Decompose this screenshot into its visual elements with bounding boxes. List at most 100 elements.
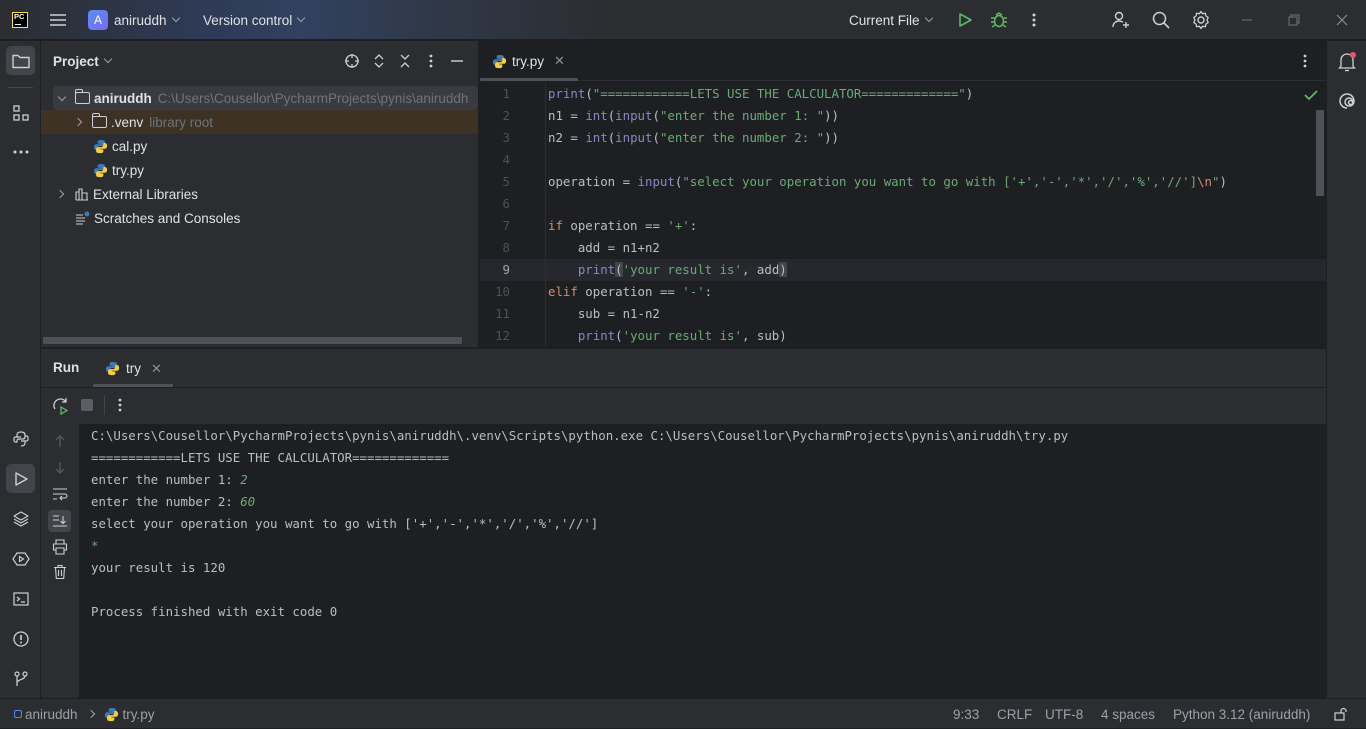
- settings-button[interactable]: [1191, 0, 1211, 40]
- tree-item-label: aniruddh: [94, 90, 152, 106]
- collapse-all-button[interactable]: [398, 53, 412, 69]
- project-panel-title[interactable]: Project: [53, 54, 99, 69]
- chevron-right-icon[interactable]: [55, 189, 65, 199]
- project-panel: Project aniruddh C:\Users\Cousellor\Pych…: [41, 41, 479, 347]
- tree-item-scratches[interactable]: Scratches and Consoles: [41, 206, 478, 230]
- stop-button[interactable]: [81, 399, 93, 411]
- console-output[interactable]: C:\Users\Cousellor\PycharmProjects\pynis…: [79, 424, 1326, 699]
- tree-item-project-root[interactable]: aniruddh C:\Users\Cousellor\PycharmProje…: [53, 86, 478, 110]
- chevron-down-icon[interactable]: [103, 54, 113, 64]
- python-interpreter[interactable]: Python 3.12 (aniruddh): [1173, 699, 1310, 729]
- code-line[interactable]: if operation == '+':: [548, 218, 697, 233]
- ai-assistant-button[interactable]: [1337, 91, 1357, 115]
- main-menu-button[interactable]: [48, 0, 68, 40]
- editor: try.py ✕ 1 print("============LETS USE TH…: [480, 41, 1326, 347]
- more-tools-button[interactable]: [6, 137, 35, 166]
- tree-item-path: C:\Users\Cousellor\PycharmProjects\pynis…: [157, 90, 469, 106]
- code-line[interactable]: print('your result is', add): [548, 262, 787, 277]
- run-config-selector[interactable]: Current File: [849, 0, 933, 40]
- close-window-button[interactable]: [1335, 0, 1349, 40]
- vcs-label: Version control: [203, 12, 293, 28]
- code-token: (: [615, 328, 623, 343]
- chevron-down-icon[interactable]: [57, 92, 67, 101]
- hide-panel-button[interactable]: [449, 53, 465, 69]
- code-token: if: [548, 218, 563, 233]
- vcs-menu[interactable]: Version control: [203, 0, 306, 40]
- code-line[interactable]: elif operation == '-':: [548, 284, 712, 299]
- project-avatar: A: [88, 10, 108, 30]
- chevron-right-icon[interactable]: [73, 117, 83, 127]
- code-line[interactable]: print('your result is', sub): [548, 328, 787, 343]
- editor-tabs-menu-button[interactable]: [1298, 53, 1312, 69]
- code-line[interactable]: add = n1+n2: [548, 240, 660, 255]
- indent-setting[interactable]: 4 spaces: [1101, 699, 1155, 729]
- code-token: (: [615, 262, 623, 277]
- python-packages-button[interactable]: [6, 504, 35, 533]
- rerun-button[interactable]: [52, 397, 70, 415]
- code-line[interactable]: n2 = int(input("enter the number 2: ")): [548, 130, 839, 145]
- version-control-button[interactable]: [6, 664, 35, 693]
- services-button[interactable]: [6, 544, 35, 573]
- breadcrumb-project[interactable]: aniruddh: [25, 707, 78, 722]
- horizontal-scrollbar[interactable]: [43, 337, 462, 344]
- print-button[interactable]: [52, 539, 68, 555]
- notifications-button[interactable]: [1337, 51, 1357, 77]
- console-line: select your operation you want to go wit…: [91, 516, 598, 531]
- close-tab-icon[interactable]: ✕: [554, 53, 565, 69]
- debug-button[interactable]: [990, 0, 1008, 40]
- arrow-down-icon: [55, 462, 65, 474]
- clear-console-button[interactable]: [53, 564, 67, 580]
- locate-file-button[interactable]: [344, 53, 360, 69]
- code-line[interactable]: operation = input("select your operation…: [548, 174, 1227, 189]
- code-token: input: [615, 130, 653, 145]
- restore-button[interactable]: [1287, 0, 1301, 40]
- file-encoding[interactable]: UTF-8: [1045, 699, 1083, 729]
- code-token: print: [548, 86, 586, 101]
- run-more-button[interactable]: [113, 397, 127, 413]
- tree-item-venv[interactable]: .venv library root: [41, 110, 478, 134]
- project-switcher[interactable]: A aniruddh: [88, 0, 180, 40]
- code-line[interactable]: print("============LETS USE THE CALCULAT…: [548, 86, 973, 101]
- close-run-tab-icon[interactable]: ✕: [151, 361, 162, 377]
- minimize-button[interactable]: [1240, 0, 1254, 40]
- breadcrumb-file[interactable]: try.py: [123, 707, 155, 722]
- git-branch-icon: [13, 670, 28, 686]
- tree-item-cal-py[interactable]: cal.py: [41, 134, 478, 158]
- console-line: enter the number 2: 60: [91, 494, 255, 509]
- vertical-scrollbar[interactable]: [1316, 110, 1324, 196]
- code-line[interactable]: n1 = int(input("enter the number 1: ")): [548, 108, 839, 123]
- code-with-me-button[interactable]: [1111, 0, 1131, 40]
- run-tool-button[interactable]: [6, 464, 35, 493]
- code-token: int: [585, 108, 608, 123]
- scroll-down-button[interactable]: [53, 461, 67, 475]
- search-everywhere-button[interactable]: [1151, 0, 1171, 40]
- hamburger-menu-icon: [50, 14, 66, 26]
- readonly-toggle[interactable]: [1334, 699, 1348, 729]
- soft-wrap-button[interactable]: [52, 487, 68, 501]
- caret-position[interactable]: 9:33: [953, 699, 979, 729]
- more-actions-button[interactable]: [1027, 0, 1041, 40]
- tree-item-try-py[interactable]: try.py: [41, 158, 478, 182]
- scroll-to-end-icon: [52, 515, 67, 527]
- run-button[interactable]: [957, 0, 973, 40]
- project-tool-button[interactable]: [6, 46, 35, 75]
- scroll-up-button[interactable]: [53, 434, 67, 448]
- run-tab-try[interactable]: try ✕: [105, 349, 162, 388]
- problems-button[interactable]: [6, 624, 35, 653]
- tree-item-external-libraries[interactable]: External Libraries: [41, 182, 478, 206]
- scroll-to-end-button[interactable]: [48, 510, 71, 532]
- code-token: (: [652, 130, 660, 145]
- code-token: ): [779, 262, 787, 277]
- code-line[interactable]: sub = n1-n2: [548, 306, 660, 321]
- structure-tool-button[interactable]: [6, 98, 35, 127]
- code-area[interactable]: 1 print("============LETS USE THE CALCULA…: [480, 82, 1326, 347]
- expand-all-button[interactable]: [372, 53, 386, 69]
- code-token: add = n1+n2: [548, 240, 660, 255]
- python-console-button[interactable]: [6, 424, 35, 453]
- collapse-all-icon: [400, 54, 410, 68]
- options-button[interactable]: [424, 53, 438, 69]
- line-separator[interactable]: CRLF: [997, 699, 1032, 729]
- tab-try-py[interactable]: try.py ✕: [480, 41, 565, 81]
- console-line: enter the number 1: 2: [91, 472, 248, 487]
- terminal-button[interactable]: [6, 584, 35, 613]
